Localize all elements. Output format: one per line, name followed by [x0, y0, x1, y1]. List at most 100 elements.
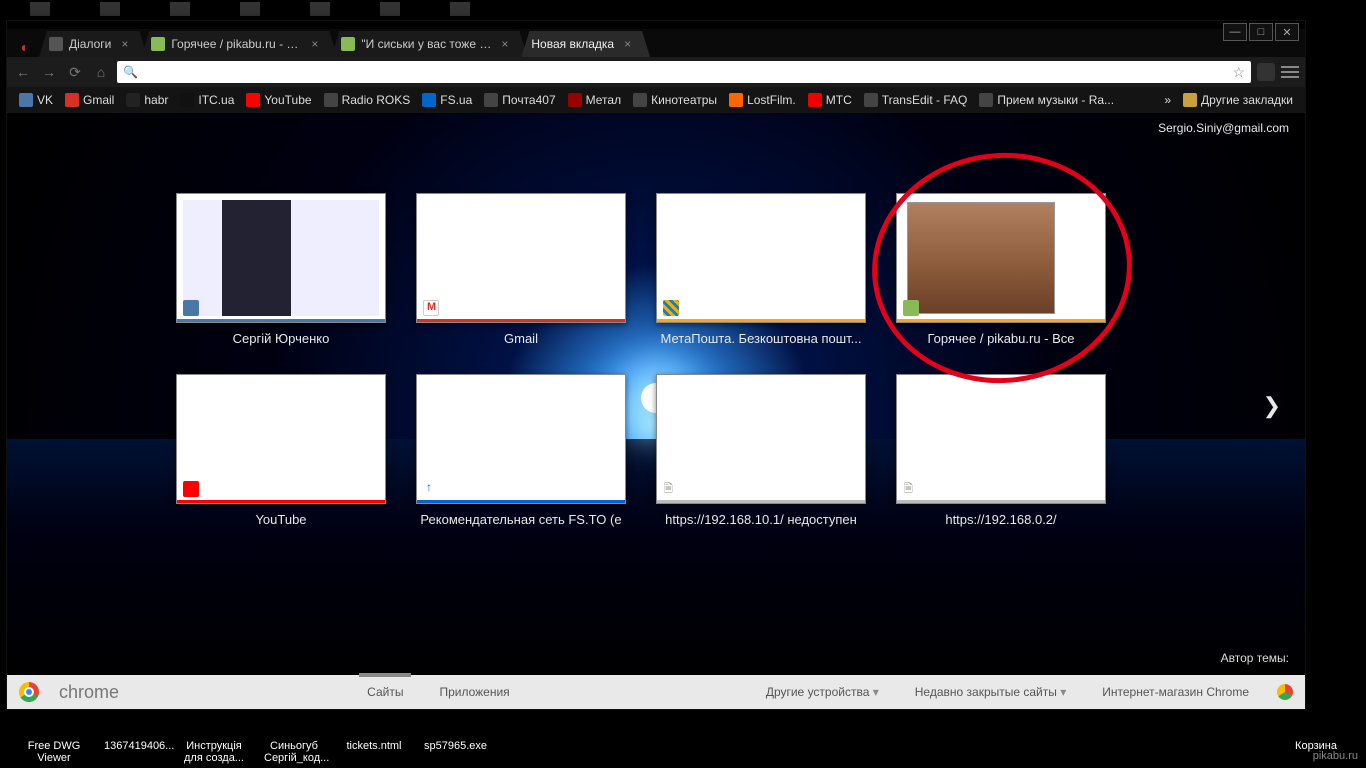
- reload-button[interactable]: ⟳: [65, 62, 85, 82]
- bookmark-label: habr: [144, 93, 168, 107]
- tile-title: YouTube: [255, 512, 306, 527]
- window-maximize-button[interactable]: □: [1249, 23, 1273, 41]
- ntp-footer: chrome Сайты Приложения Другие устройств…: [7, 675, 1305, 709]
- tile-favicon: [183, 481, 199, 497]
- browser-window: — □ ✕ ◐ Діалоги × Горячее / pikabu.ru - В…: [6, 20, 1306, 710]
- bookmark-label: МТС: [826, 93, 852, 107]
- bookmark-item[interactable]: Radio ROKS: [320, 91, 415, 109]
- bookmark-item[interactable]: LostFilm.: [725, 91, 800, 109]
- desktop-shortcut-label[interactable]: Инструкція для созда...: [184, 740, 244, 764]
- account-label[interactable]: Sergio.Siniy@gmail.com: [1158, 121, 1289, 135]
- bookmark-item[interactable]: VK: [15, 91, 57, 109]
- tab-scroll-icon: ◐: [15, 37, 35, 57]
- desktop-shortcut-label[interactable]: Синьогуб Сергій_код...: [264, 740, 324, 764]
- bookmark-label: Прием музыки - Ra...: [997, 93, 1114, 107]
- back-button[interactable]: ←: [13, 62, 33, 82]
- tile-thumbnail: [896, 193, 1106, 323]
- most-visited-tile[interactable]: МетаПошта. Безкоштовна пошт...: [656, 193, 866, 346]
- chrome-logo-icon: [19, 682, 39, 702]
- tile-title: https://192.168.0.2/: [945, 512, 1056, 527]
- tab-label: Горячее / pikabu.ru - Все: [171, 37, 301, 51]
- footer-recently-closed[interactable]: Недавно закрытые сайты: [907, 681, 1074, 703]
- tile-favicon: [903, 481, 919, 497]
- bookmark-label: LostFilm.: [747, 93, 796, 107]
- chrome-menu-icon[interactable]: [1281, 65, 1299, 79]
- footer-other-devices[interactable]: Другие устройства: [758, 681, 887, 703]
- bookmark-item[interactable]: habr: [122, 91, 172, 109]
- bookmark-label: YouTube: [264, 93, 311, 107]
- desktop-shortcut-label[interactable]: tickets.ntml: [344, 740, 404, 764]
- tab-strip: ◐ Діалоги × Горячее / pikabu.ru - Все × "И…: [7, 29, 1305, 57]
- bookmark-item[interactable]: Метал: [564, 91, 625, 109]
- tab-close-icon[interactable]: ×: [121, 38, 133, 50]
- tile-thumbnail: [656, 374, 866, 504]
- tab-0[interactable]: Діалоги ×: [39, 31, 147, 57]
- footer-sites-tab[interactable]: Сайты: [359, 681, 411, 703]
- tab-close-icon[interactable]: ×: [501, 38, 513, 50]
- tile-favicon: [423, 300, 439, 316]
- forward-button[interactable]: →: [39, 62, 59, 82]
- bookmark-label: FS.ua: [440, 93, 472, 107]
- tab-label: Діалоги: [69, 37, 111, 51]
- bookmark-label: Почта407: [502, 93, 555, 107]
- tab-label: "И сиськи у вас тоже збс: [361, 37, 491, 51]
- most-visited-tile[interactable]: Рекомендательная сеть FS.TO (e: [416, 374, 626, 527]
- tab-2[interactable]: "И сиськи у вас тоже збс ×: [331, 31, 527, 57]
- bookmark-label: Gmail: [83, 93, 114, 107]
- most-visited-tile[interactable]: https://192.168.10.1/ недоступен: [656, 374, 866, 527]
- bookmark-label: TransEdit - FAQ: [882, 93, 968, 107]
- theme-author-label: Автор темы:: [1221, 651, 1289, 665]
- desktop-shortcut-label[interactable]: 1367419406...: [104, 740, 164, 764]
- bookmark-star-icon[interactable]: ☆: [1232, 64, 1245, 81]
- window-minimize-button[interactable]: —: [1223, 23, 1247, 41]
- most-visited-tile[interactable]: Горячее / pikabu.ru - Все: [896, 193, 1106, 346]
- extension-icon[interactable]: [1257, 63, 1275, 81]
- web-store-icon: [1277, 684, 1293, 700]
- tile-thumbnail: [656, 193, 866, 323]
- most-visited-tile[interactable]: YouTube: [176, 374, 386, 527]
- address-input[interactable]: [144, 65, 1226, 79]
- new-tab-page: Sergio.Siniy@gmail.com Сергій Юрченко Gma…: [7, 113, 1305, 675]
- bookmark-item[interactable]: Кинотеатры: [629, 91, 721, 109]
- other-bookmarks-folder[interactable]: Другие закладки: [1179, 91, 1297, 109]
- toolbar: ← → ⟳ ⌂ 🔍 ☆: [7, 57, 1305, 87]
- bookmark-item[interactable]: FS.ua: [418, 91, 476, 109]
- home-button[interactable]: ⌂: [91, 62, 111, 82]
- bookmark-item[interactable]: ITC.ua: [176, 91, 238, 109]
- tile-thumbnail: [416, 193, 626, 323]
- tile-thumbnail: [176, 193, 386, 323]
- most-visited-tile[interactable]: https://192.168.0.2/: [896, 374, 1106, 527]
- window-close-button[interactable]: ✕: [1275, 23, 1299, 41]
- omnibox[interactable]: 🔍 ☆: [117, 61, 1251, 83]
- bookmark-item[interactable]: Почта407: [480, 91, 559, 109]
- desktop-shortcut-label[interactable]: Free DWG Viewer: [24, 740, 84, 764]
- bookmark-item[interactable]: TransEdit - FAQ: [860, 91, 972, 109]
- tab-1[interactable]: Горячее / pikabu.ru - Все ×: [141, 31, 337, 57]
- search-icon: 🔍: [123, 65, 138, 79]
- desktop-bottom-labels: Free DWG Viewer 1367419406... Инструкція д…: [0, 740, 1366, 764]
- bookmark-label: ITC.ua: [198, 93, 234, 107]
- tile-title: Gmail: [504, 331, 538, 346]
- most-visited-tile[interactable]: Сергій Юрченко: [176, 193, 386, 346]
- desktop-shortcut-label[interactable]: sp57965.exe: [424, 740, 484, 764]
- tiles-next-button[interactable]: ❯: [1263, 393, 1281, 419]
- tile-title: МетаПошта. Безкоштовна пошт...: [660, 331, 861, 346]
- watermark-label: pikabu.ru: [1313, 750, 1358, 762]
- tab-close-icon[interactable]: ×: [624, 38, 636, 50]
- tab-close-icon[interactable]: ×: [311, 38, 323, 50]
- footer-web-store[interactable]: Интернет-магазин Chrome: [1094, 681, 1257, 703]
- chrome-brand-label: chrome: [59, 682, 119, 703]
- titlebar: — □ ✕: [7, 21, 1305, 29]
- footer-apps-tab[interactable]: Приложения: [431, 681, 517, 703]
- most-visited-tile[interactable]: Gmail: [416, 193, 626, 346]
- tab-3[interactable]: Новая вкладка×: [521, 31, 650, 57]
- bookmark-item[interactable]: YouTube: [242, 91, 315, 109]
- most-visited-grid: Сергій Юрченко Gmail МетаПошта. Безкоштовн…: [176, 193, 1136, 527]
- bookmark-item[interactable]: Прием музыки - Ra...: [975, 91, 1118, 109]
- tile-title: Горячее / pikabu.ru - Все: [927, 331, 1074, 346]
- bookmark-item[interactable]: Gmail: [61, 91, 118, 109]
- bookmark-label: Radio ROKS: [342, 93, 411, 107]
- tile-title: https://192.168.10.1/ недоступен: [665, 512, 857, 527]
- bookmark-item[interactable]: МТС: [804, 91, 856, 109]
- bookmarks-overflow-button[interactable]: »: [1160, 93, 1175, 107]
